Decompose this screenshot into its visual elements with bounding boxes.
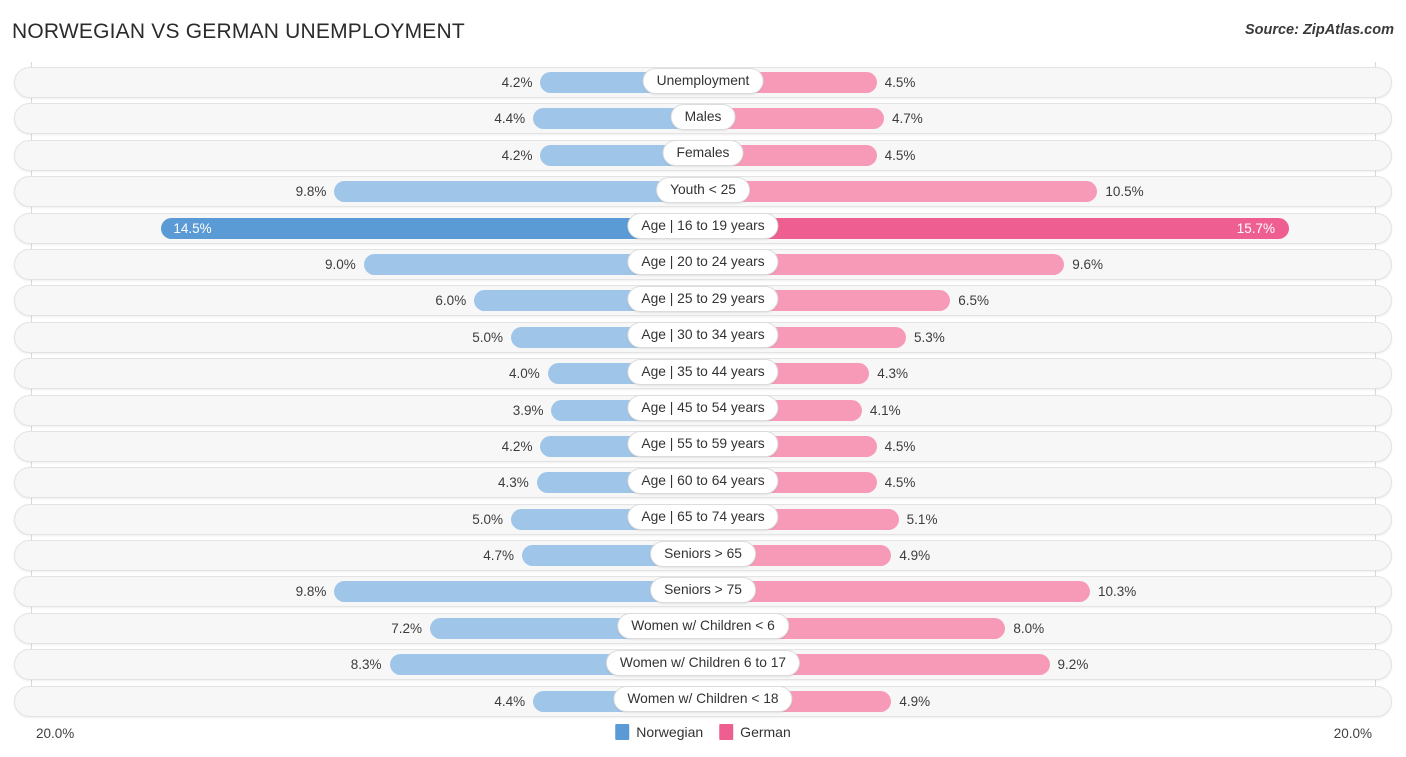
value-label-german: 6.5% [958,293,989,309]
chart-row: 4.4% 4.7% Males [0,101,1406,137]
value-label-norwegian: 14.5% [173,220,212,236]
value-label-norwegian: 4.0% [509,366,540,382]
chart-footer: 20.0% 20.0% Norwegian German [0,717,1406,757]
axis-label-left: 20.0% [36,726,75,741]
value-label-german: 9.6% [1072,256,1104,272]
chart-row: 4.3% 4.5% Age | 60 to 64 years [0,465,1406,501]
row-category-label: Age | 16 to 19 years [627,213,779,240]
row-category-label: Age | 55 to 59 years [627,431,779,458]
row-category-label: Age | 30 to 34 years [627,322,779,349]
chart-rows: 4.2% 4.5% Unemployment 4.4% 4.7% Males 4.2% 4.5… [0,65,1406,720]
value-label-norwegian: 4.2% [501,75,533,90]
bar-norwegian [334,181,703,203]
value-label-german: 4.5% [884,147,916,163]
value-label-norwegian: 4.4% [494,693,526,709]
chart-row: 4.2% 4.5% Unemployment [0,65,1406,101]
row-category-label: Youth < 25 [656,176,750,203]
row-category-label: Unemployment [642,67,764,94]
value-label-german: 5.3% [914,329,945,345]
value-label-german: 10.5% [1105,184,1144,200]
row-category-label: Age | 25 to 29 years [627,285,779,312]
chart-legend: Norwegian German [615,724,791,740]
row-category-label: Age | 60 to 64 years [627,467,779,494]
value-label-norwegian: 3.9% [512,402,544,418]
legend-item[interactable]: German [719,724,791,740]
value-label-german: 4.5% [884,75,916,90]
value-label-norwegian: 9.8% [295,184,327,200]
value-label-norwegian: 4.7% [483,548,515,564]
chart-row: 5.0% 5.1% Age | 65 to 74 years [0,502,1406,538]
bar-norwegian [161,217,703,239]
chart-row: 4.7% 4.9% Seniors > 65 [0,538,1406,574]
value-label-german: 15.7% [1236,220,1276,236]
row-category-label: Women w/ Children < 6 [617,613,789,640]
chart-row: 8.3% 9.2% Women w/ Children 6 to 17 [0,647,1406,683]
row-category-label: Age | 65 to 74 years [627,504,779,531]
chart-row: 14.5% 15.7% Age | 16 to 19 years [0,211,1406,247]
value-label-norwegian: 9.8% [295,584,327,600]
value-label-norwegian: 5.0% [472,511,503,527]
legend-label: German [740,724,791,740]
value-label-german: 4.9% [899,693,931,709]
legend-label: Norwegian [636,724,704,740]
value-label-norwegian: 7.2% [391,620,423,636]
chart-row: 4.4% 4.9% Women w/ Children < 18 [0,684,1406,720]
value-label-german: 9.2% [1057,657,1089,673]
bar-german [703,581,1091,603]
axis-label-right: 20.0% [1333,726,1372,741]
bar-norwegian [334,581,703,603]
row-category-label: Age | 20 to 24 years [627,249,779,276]
chart-header: NORWEGIAN VS GERMAN UNEMPLOYMENT Source:… [0,0,1406,62]
row-category-label: Males [670,103,736,130]
value-label-german: 4.5% [884,438,916,454]
value-label-german: 4.5% [884,475,916,491]
row-category-label: Females [662,140,744,167]
value-label-norwegian: 4.4% [494,111,526,127]
row-category-label: Seniors > 75 [650,576,756,603]
chart-row: 9.0% 9.6% Age | 20 to 24 years [0,247,1406,283]
row-category-label: Seniors > 65 [650,540,756,567]
chart-page: NORWEGIAN VS GERMAN UNEMPLOYMENT Source:… [0,0,1406,757]
row-category-label: Age | 35 to 44 years [627,358,779,385]
chart-row: 9.8% 10.3% Seniors > 75 [0,574,1406,610]
chart-row: 6.0% 6.5% Age | 25 to 29 years [0,283,1406,319]
source-attribution: Source: ZipAtlas.com [1244,22,1394,38]
value-label-german: 4.1% [869,402,901,418]
value-label-german: 4.9% [899,548,931,564]
legend-swatch-icon [615,724,630,740]
chart-row: 5.0% 5.3% Age | 30 to 34 years [0,320,1406,356]
value-label-norwegian: 4.3% [497,475,529,491]
value-label-norwegian: 4.2% [501,147,533,163]
value-label-german: 4.7% [891,111,923,127]
page-title: NORWEGIAN VS GERMAN UNEMPLOYMENT [12,20,465,43]
value-label-german: 8.0% [1013,620,1045,636]
chart-row: 7.2% 8.0% Women w/ Children < 6 [0,611,1406,647]
chart-row: 4.0% 4.3% Age | 35 to 44 years [0,356,1406,392]
value-label-norwegian: 5.0% [472,329,503,345]
chart-row: 3.9% 4.1% Age | 45 to 54 years [0,393,1406,429]
value-label-norwegian: 6.0% [435,293,467,309]
chart-row: 4.2% 4.5% Females [0,138,1406,174]
value-label-german: 4.3% [877,366,909,382]
value-label-german: 10.3% [1098,584,1137,600]
value-label-norwegian: 4.2% [501,438,533,454]
bar-german [703,217,1289,239]
row-category-label: Age | 45 to 54 years [627,395,779,422]
chart-plot-area: 4.2% 4.5% Unemployment 4.4% 4.7% Males 4.2% 4.5… [0,62,1406,717]
chart-row: 4.2% 4.5% Age | 55 to 59 years [0,429,1406,465]
chart-row: 9.8% 10.5% Youth < 25 [0,174,1406,210]
row-category-label: Women w/ Children 6 to 17 [605,649,801,676]
row-category-label: Women w/ Children < 18 [613,686,793,713]
value-label-norwegian: 9.0% [325,256,356,272]
legend-swatch-icon [719,724,734,740]
value-label-german: 5.1% [906,511,938,527]
bar-german [703,181,1098,203]
value-label-norwegian: 8.3% [350,657,382,673]
legend-item[interactable]: Norwegian [615,724,703,740]
